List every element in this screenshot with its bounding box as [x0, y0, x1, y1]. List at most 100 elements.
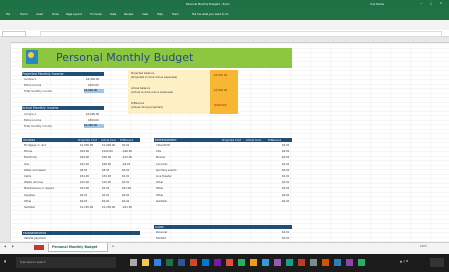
- onenote-icon[interactable]: [214, 259, 221, 266]
- housing-cell[interactable]: $0.00: [80, 194, 87, 197]
- tab-formulas[interactable]: Formulas: [90, 13, 102, 16]
- tab-help[interactable]: Help: [157, 13, 163, 16]
- housing-cell[interactable]: $0.00: [122, 169, 129, 172]
- tab-draw[interactable]: Draw: [52, 13, 59, 16]
- entertainment-cell[interactable]: Sporting events: [156, 169, 177, 172]
- edge-icon[interactable]: [154, 259, 161, 266]
- housing-cell[interactable]: $1,236.00: [102, 206, 115, 209]
- entertainment-cell[interactable]: Live theater: [156, 175, 172, 178]
- sheet-nav-prev-icon[interactable]: ◀: [4, 245, 6, 248]
- entertainment-cell[interactable]: $0.00: [282, 200, 289, 203]
- entertainment-cell[interactable]: CDs: [156, 150, 161, 153]
- taskbar-search[interactable]: Type here to search: [16, 257, 116, 268]
- housing-cell[interactable]: $44.00: [80, 156, 89, 159]
- housing-cell[interactable]: $22.00: [80, 163, 89, 166]
- housing-cell[interactable]: $0.00: [102, 194, 109, 197]
- entertainment-cell[interactable]: Other: [156, 194, 163, 197]
- housing-cell[interactable]: -$12.00: [122, 156, 132, 159]
- housing-cell[interactable]: $0.00: [122, 194, 129, 197]
- housing-cell[interactable]: $10.00: [102, 181, 111, 184]
- housing-cell[interactable]: Phone: [24, 150, 32, 153]
- housing-cell[interactable]: $100.00: [102, 150, 113, 153]
- app-icon-14[interactable]: [298, 259, 305, 266]
- sheet-tab[interactable]: Personal Monthly Budget: [48, 243, 108, 252]
- app-icon-8[interactable]: [226, 259, 233, 266]
- housing-cell[interactable]: Electricity: [24, 156, 37, 159]
- entertainment-cell[interactable]: $0.00: [282, 144, 289, 147]
- housing-cell[interactable]: Mortgage or rent: [24, 144, 46, 147]
- housing-cell[interactable]: -$6.00: [122, 163, 130, 166]
- app-icon-9[interactable]: [238, 259, 245, 266]
- housing-cell[interactable]: $28.00: [102, 163, 111, 166]
- tab-data[interactable]: Data: [110, 13, 116, 16]
- housing-cell[interactable]: $8.00: [102, 169, 109, 172]
- entertainment-cell[interactable]: Subtotal: [156, 200, 167, 203]
- entertainment-cell[interactable]: $0.00: [282, 194, 289, 197]
- tab-view[interactable]: View: [142, 13, 148, 16]
- entertainment-cell[interactable]: Other: [156, 181, 163, 184]
- system-tray[interactable]: ▲ ♫ ✉: [400, 260, 408, 263]
- housing-cell[interactable]: $10.00: [80, 181, 89, 184]
- file-explorer-icon[interactable]: [142, 259, 149, 266]
- maximize-icon[interactable]: □: [430, 2, 432, 5]
- housing-cell[interactable]: $1,000.00: [80, 144, 93, 147]
- housing-cell[interactable]: $23.00: [80, 187, 89, 190]
- app-icon-10[interactable]: [250, 259, 257, 266]
- entertainment-cell[interactable]: $0.00: [282, 187, 289, 190]
- housing-cell[interactable]: $23.00: [122, 187, 131, 190]
- housing-cell[interactable]: Subtotal: [24, 206, 35, 209]
- housing-cell[interactable]: $1,000.00: [102, 144, 115, 147]
- housing-cell[interactable]: $0.00: [80, 200, 87, 203]
- entertainment-cell[interactable]: $0.00: [282, 156, 289, 159]
- word-icon[interactable]: [178, 259, 185, 266]
- housing-cell[interactable]: $1,195.00: [80, 206, 93, 209]
- entertainment-cell[interactable]: $0.00: [282, 163, 289, 166]
- app-icon-16[interactable]: [322, 259, 329, 266]
- tab-team[interactable]: Team: [172, 13, 179, 16]
- tab-file[interactable]: File: [6, 13, 10, 16]
- app-icon-12[interactable]: [274, 259, 281, 266]
- entertainment-cell[interactable]: Other: [156, 187, 163, 190]
- powerpoint-icon[interactable]: [190, 259, 197, 266]
- housing-cell[interactable]: $0.00: [122, 175, 129, 178]
- entertainment-cell[interactable]: $0.00: [282, 150, 289, 153]
- app-icon-17[interactable]: [334, 259, 341, 266]
- housing-cell[interactable]: Cable: [24, 175, 31, 178]
- housing-cell[interactable]: $0.00: [122, 144, 129, 147]
- entertainment-cell[interactable]: $0.00: [282, 169, 289, 172]
- task-view-icon[interactable]: [130, 259, 137, 266]
- housing-cell[interactable]: $34.00: [80, 175, 89, 178]
- housing-cell[interactable]: $0.00: [122, 181, 129, 184]
- zoom-level[interactable]: 100%: [420, 245, 427, 248]
- excel-icon[interactable]: [166, 259, 173, 266]
- housing-cell[interactable]: -$41.00: [122, 206, 132, 209]
- housing-cell[interactable]: Maintenance or repairs: [24, 187, 54, 190]
- formula-bar[interactable]: [0, 30, 449, 37]
- housing-cell[interactable]: Other: [24, 200, 31, 203]
- housing-cell[interactable]: $34.00: [102, 175, 111, 178]
- clock[interactable]: [430, 258, 444, 267]
- add-sheet-icon[interactable]: ⊕: [112, 245, 114, 248]
- housing-cell[interactable]: -$46.00: [122, 150, 132, 153]
- housing-cell[interactable]: $0.00: [122, 200, 129, 203]
- housing-cell[interactable]: $56.00: [102, 156, 111, 159]
- housing-cell[interactable]: $54.00: [80, 150, 89, 153]
- housing-cell[interactable]: Water and sewer: [24, 169, 46, 172]
- app-icon-13[interactable]: [286, 259, 293, 266]
- entertainment-cell[interactable]: $0.00: [282, 175, 289, 178]
- close-icon[interactable]: ✕: [440, 2, 442, 5]
- housing-cell[interactable]: Supplies: [24, 194, 35, 197]
- housing-cell[interactable]: Waste removal: [24, 181, 43, 184]
- tab-page-layout[interactable]: Page Layout: [66, 13, 82, 16]
- tab-review[interactable]: Review: [124, 13, 133, 16]
- windows-start-icon[interactable]: ▦: [4, 260, 6, 263]
- entertainment-cell[interactable]: Movies: [156, 156, 165, 159]
- entertainment-cell[interactable]: $0.00: [282, 181, 289, 184]
- app-icon-11[interactable]: [262, 259, 269, 266]
- housing-cell[interactable]: Gas: [24, 163, 29, 166]
- entertainment-cell[interactable]: Video/DVD: [156, 144, 170, 147]
- sheet-nav-next-icon[interactable]: ▶: [12, 245, 14, 248]
- app-icon-18[interactable]: [346, 259, 353, 266]
- app-icon-15[interactable]: [310, 259, 317, 266]
- minimize-icon[interactable]: —: [420, 2, 423, 5]
